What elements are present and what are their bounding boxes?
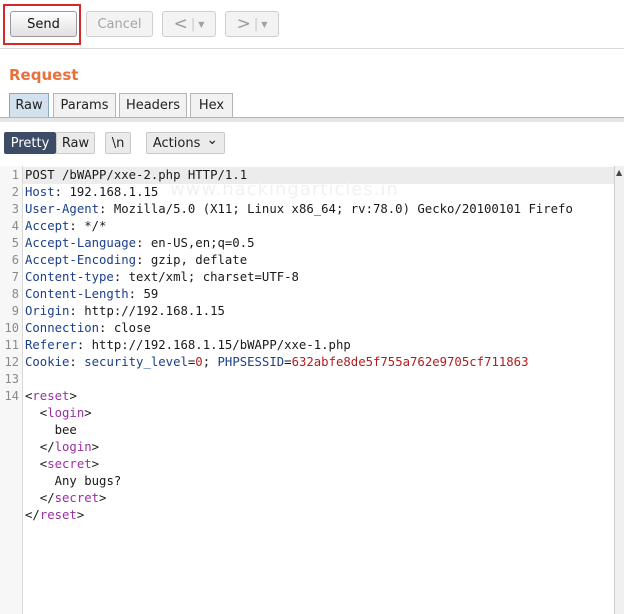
header-name: Accept-Language <box>25 236 137 250</box>
scroll-up-icon[interactable]: ▲ <box>616 168 622 177</box>
line-number: 9 <box>11 304 19 318</box>
header-value: text/xml; charset=UTF-8 <box>128 270 299 284</box>
xml-tag: login <box>54 440 92 454</box>
back-arrow-icon: < <box>173 14 188 34</box>
line-number-gutter: 1 2 3 4 5 6 7 8 9 10 11 12 13 14 <box>0 166 23 614</box>
request-editor[interactable]: 1 2 3 4 5 6 7 8 9 10 11 12 13 14 POST /b… <box>0 166 624 614</box>
xml-line: bee <box>25 422 614 439</box>
request-tabs: Raw Params Headers Hex <box>0 93 624 118</box>
header-name: User-Agent <box>25 202 100 216</box>
header-value: 192.168.1.15 <box>69 185 159 199</box>
header-name: Content-type <box>25 270 114 284</box>
header-name: Host <box>25 185 55 199</box>
line-number: 8 <box>11 287 19 301</box>
line-number: 5 <box>11 236 19 250</box>
vertical-scrollbar[interactable]: ▲ <box>614 166 624 614</box>
header-name: Origin <box>25 304 70 318</box>
header-name: Connection <box>25 321 100 335</box>
xml-line: </secret> <box>25 491 107 505</box>
header-name: Referer <box>25 338 77 352</box>
line-number: 7 <box>11 270 19 284</box>
header-line: Accept: */* <box>25 219 107 233</box>
header-value: http://192.168.1.15 <box>84 304 225 318</box>
separator: | <box>190 16 196 32</box>
actions-label: Actions <box>152 135 201 151</box>
forward-history-dropdown-icon[interactable]: ▼ <box>261 20 267 29</box>
line-number: 3 <box>11 202 19 216</box>
header-line: Accept-Encoding: gzip, deflate <box>25 253 248 267</box>
pretty-toggle[interactable]: Pretty <box>4 132 56 154</box>
header-line: Connection: close <box>25 321 151 335</box>
line-number: 10 <box>4 321 19 335</box>
cookie-param-value: 0 <box>195 355 203 369</box>
header-line: User-Agent: Mozilla/5.0 (X11; Linux x86_… <box>25 202 573 216</box>
header-value: 59 <box>143 287 159 301</box>
tab-panel-edge <box>0 118 624 122</box>
header-line: Origin: http://192.168.1.15 <box>25 304 225 318</box>
xml-text: bee <box>54 423 77 437</box>
line-number: 4 <box>11 219 19 233</box>
forward-arrow-icon: > <box>236 14 251 34</box>
header-line: Content-type: text/xml; charset=UTF-8 <box>25 270 299 284</box>
header-name: Accept <box>25 219 70 233</box>
raw-toggle[interactable]: Raw <box>56 132 95 154</box>
watermark: www.hackingarticles.in <box>170 179 399 200</box>
tab-params[interactable]: Params <box>53 93 116 117</box>
xml-line: </login> <box>25 440 100 454</box>
tab-hex[interactable]: Hex <box>190 93 233 117</box>
xml-line: <login> <box>25 406 92 420</box>
xml-text: Any bugs? <box>54 474 122 488</box>
header-value: Mozilla/5.0 (X11; Linux x86_64; rv:78.0)… <box>113 202 573 216</box>
xml-tag: login <box>47 406 85 420</box>
separator: | <box>253 16 259 32</box>
tab-headers[interactable]: Headers <box>119 93 187 117</box>
xml-line: Any bugs? <box>25 473 614 490</box>
chevron-down-icon: ⌄ <box>206 132 219 148</box>
back-history-dropdown-icon[interactable]: ▼ <box>198 20 204 29</box>
line-number: 1 <box>11 168 19 182</box>
line-number: 11 <box>4 338 19 352</box>
line-number: 12 <box>4 355 19 369</box>
header-name: Content-Length <box>25 287 129 301</box>
forward-button[interactable]: > | ▼ <box>225 11 279 37</box>
toolbar: Send Cancel < | ▼ > | ▼ <box>0 0 624 48</box>
header-value: en-US,en;q=0.5 <box>150 236 255 250</box>
xml-tag: reset <box>39 508 77 522</box>
header-line: Accept-Language: en-US,en;q=0.5 <box>25 236 255 250</box>
line-number: 6 <box>11 253 19 267</box>
line-number: 13 <box>4 372 19 386</box>
header-value: */* <box>84 219 107 233</box>
tab-raw[interactable]: Raw <box>9 93 49 117</box>
cookie-param-name: PHPSESSID <box>217 355 285 369</box>
header-value: http://192.168.1.15/bWAPP/xxe-1.php <box>91 338 351 352</box>
header-line: Referer: http://192.168.1.15/bWAPP/xxe-1… <box>25 338 351 352</box>
cookie-line: Cookie: security_level=0; PHPSESSID=632a… <box>25 355 529 369</box>
xml-tag: secret <box>47 457 92 471</box>
header-line: Content-Length: 59 <box>25 287 159 301</box>
cancel-button[interactable]: Cancel <box>86 11 153 37</box>
header-name: Cookie <box>25 355 70 369</box>
xml-tag: reset <box>32 389 70 403</box>
cookie-param-name: security_level <box>84 355 188 369</box>
toolbar-divider <box>0 48 624 49</box>
header-name: Accept-Encoding <box>25 253 137 267</box>
send-button[interactable]: Send <box>10 11 77 37</box>
line-number: 2 <box>11 185 19 199</box>
header-value: close <box>113 321 151 335</box>
request-section-title: Request <box>9 66 79 84</box>
line-number: 14 <box>4 389 19 403</box>
header-value: gzip, deflate <box>150 253 248 267</box>
xml-tag: secret <box>54 491 100 505</box>
actions-dropdown[interactable]: Actions ⌄ <box>146 132 225 154</box>
cookie-param-value: 632abfe8de5f755a762e9705cf711863 <box>291 355 529 369</box>
xml-line: <reset> <box>25 389 77 403</box>
xml-line: </reset> <box>25 508 85 522</box>
newline-toggle[interactable]: \n <box>105 132 131 154</box>
back-button[interactable]: < | ▼ <box>162 11 216 37</box>
xml-line: <secret> <box>25 457 100 471</box>
